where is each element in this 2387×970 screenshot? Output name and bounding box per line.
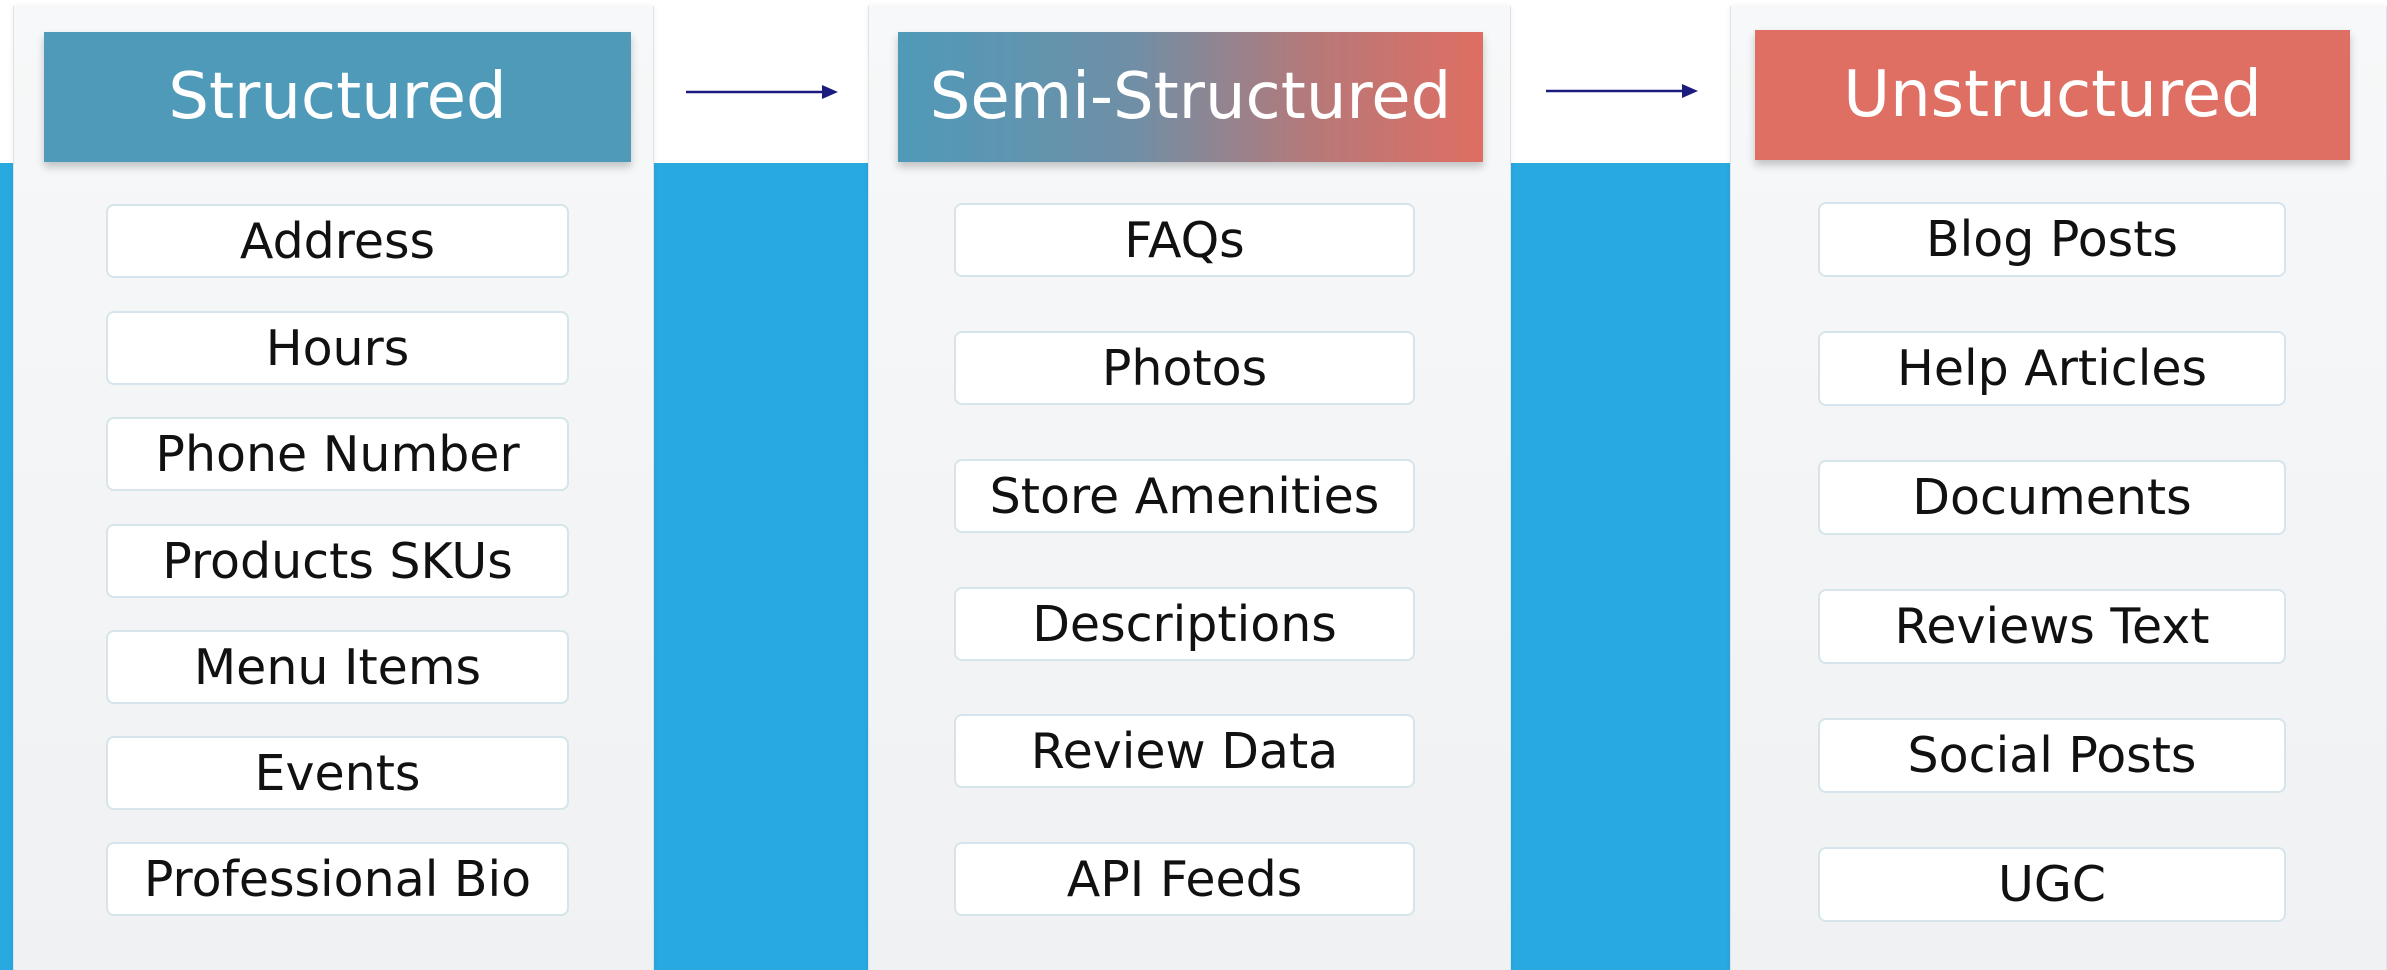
list-item: API Feeds xyxy=(954,842,1415,916)
list-item: Descriptions xyxy=(954,587,1415,661)
semi-structured-header: Semi-Structured xyxy=(898,32,1483,162)
list-item: Photos xyxy=(954,331,1415,405)
list-item: Reviews Text xyxy=(1818,589,2286,664)
list-item: FAQs xyxy=(954,203,1415,277)
list-item: Blog Posts xyxy=(1818,202,2286,277)
list-item: Hours xyxy=(106,311,569,385)
structured-header: Structured xyxy=(44,32,631,162)
arrow-right-icon xyxy=(1546,83,1698,99)
list-item: Help Articles xyxy=(1818,331,2286,406)
list-item: Address xyxy=(106,204,569,278)
list-item: Professional Bio xyxy=(106,842,569,916)
arrow-right-icon xyxy=(686,84,838,100)
list-item: Events xyxy=(106,736,569,810)
list-item: Store Amenities xyxy=(954,459,1415,533)
list-item: Phone Number xyxy=(106,417,569,491)
list-item: UGC xyxy=(1818,847,2286,922)
unstructured-header: Unstructured xyxy=(1755,30,2350,160)
list-item: Products SKUs xyxy=(106,524,569,598)
list-item: Review Data xyxy=(954,714,1415,788)
list-item: Documents xyxy=(1818,460,2286,535)
list-item: Social Posts xyxy=(1818,718,2286,793)
list-item: Menu Items xyxy=(106,630,569,704)
